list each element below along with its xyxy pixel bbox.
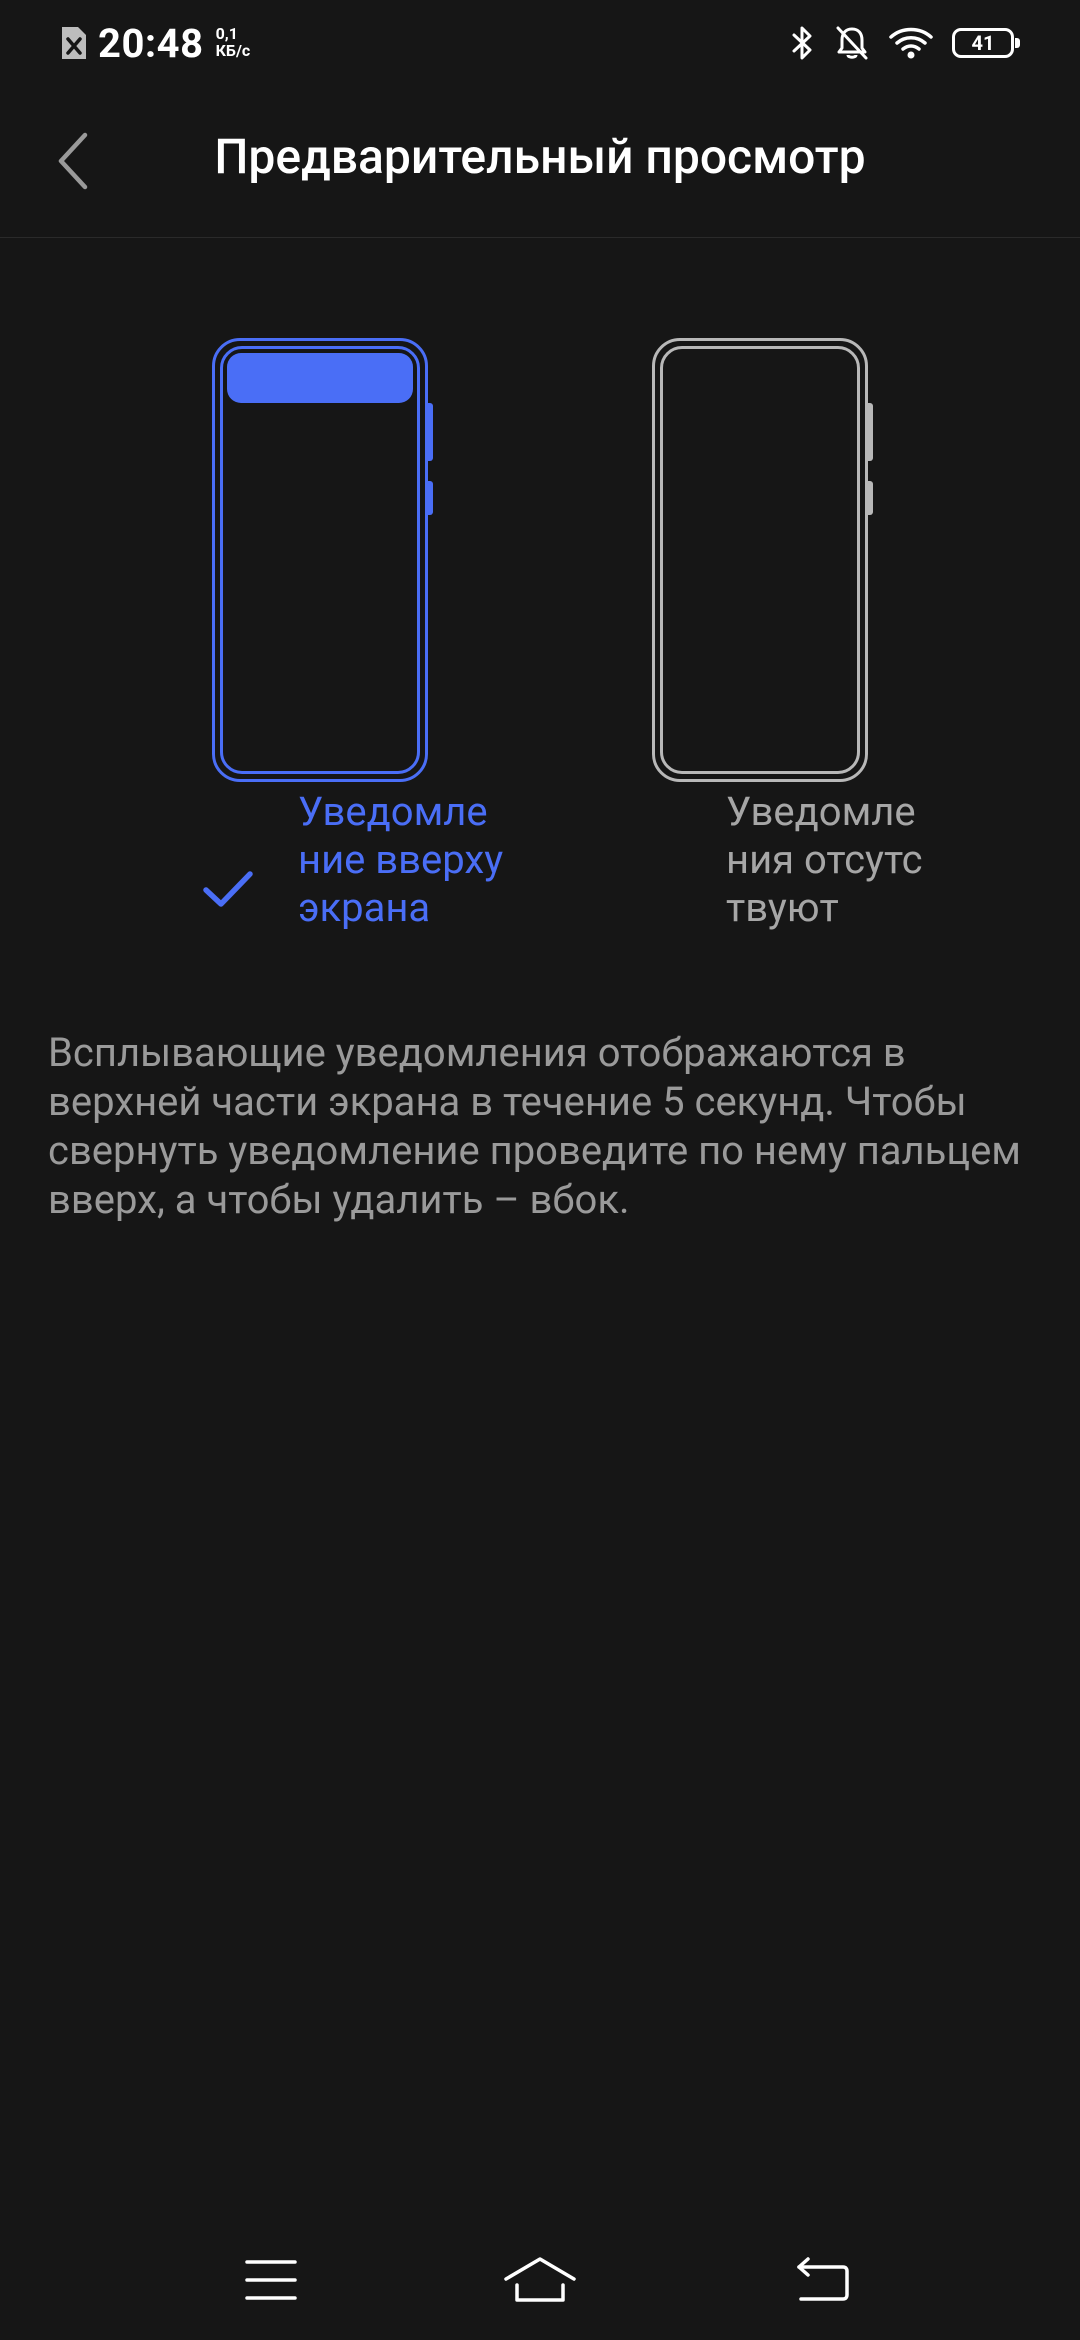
home-icon: [504, 2257, 576, 2302]
phone-preview-none: [652, 338, 873, 782]
phone-side-button: [428, 481, 433, 515]
nav-menu-button[interactable]: [231, 2248, 311, 2312]
sim-missing-icon: [62, 27, 86, 59]
check-icon: [203, 871, 253, 907]
phone-screen: [220, 346, 420, 774]
bluetooth-icon: [792, 26, 812, 60]
battery-icon: 41: [952, 28, 1022, 58]
nav-back-button[interactable]: [783, 2248, 863, 2312]
phone-preview-banner: [212, 338, 433, 782]
bell-muted-icon: [836, 26, 868, 60]
status-bar: 20:48 0,1 КБ/с 41: [0, 0, 1080, 84]
status-time: 20:48: [98, 19, 204, 67]
preview-options: Уведомление вверху экрана Уведомления от…: [0, 330, 1080, 1010]
option-label: Уведомления отсутствуют: [726, 788, 923, 931]
status-right: 41: [772, 20, 1022, 66]
battery-cap: [1015, 38, 1020, 48]
nav-home-button[interactable]: [500, 2248, 580, 2312]
network-speed-value: 0,1: [215, 24, 238, 43]
description-text: Всплывающие уведомления отображаются в в…: [48, 1029, 1021, 1223]
page-title: Предварительный просмотр: [214, 128, 866, 185]
network-speed: 0,1 КБ/с: [216, 25, 251, 59]
wifi-icon: [889, 27, 933, 59]
notification-banner-preview: [227, 353, 413, 403]
phone-side-button: [868, 403, 873, 461]
back-icon: [797, 2257, 849, 2301]
status-left: 20:48 0,1 КБ/с: [58, 18, 250, 68]
option-banner-top[interactable]: Уведомление вверху экрана: [200, 330, 530, 1010]
phone-screen: [660, 346, 860, 774]
navigation-bar: [0, 2220, 1080, 2340]
option-none[interactable]: Уведомления отсутствуют: [640, 330, 970, 1010]
battery-level: 41: [971, 31, 995, 55]
option-label: Уведомление вверху экрана: [298, 788, 504, 931]
app-header: Предварительный просмотр: [0, 100, 1080, 238]
menu-icon: [245, 2260, 297, 2300]
phone-side-button: [428, 403, 433, 461]
network-speed-unit: КБ/с: [215, 41, 251, 60]
phone-side-button: [868, 481, 873, 515]
